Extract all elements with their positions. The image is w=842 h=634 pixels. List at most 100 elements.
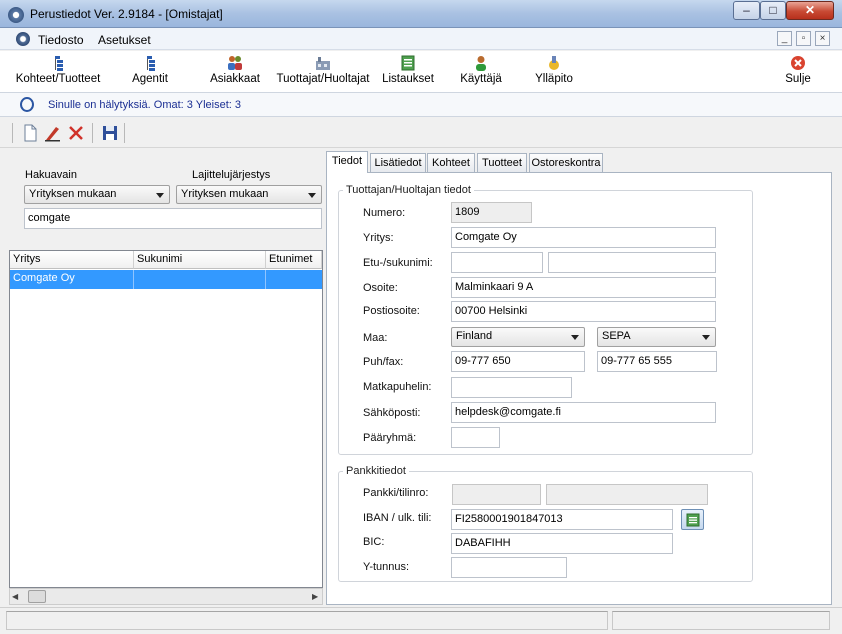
mdi-restore-button[interactable]: ▫ (796, 31, 811, 46)
sukunimi-field[interactable] (548, 252, 716, 273)
chevron-down-icon (702, 335, 710, 340)
tuottajat-huoltajat-button[interactable]: Tuottajat/Huoltajat (274, 53, 372, 91)
postiosoite-field[interactable]: 00700 Helsinki (451, 301, 716, 322)
maa-select[interactable]: Finland (451, 327, 585, 347)
fax-field[interactable]: 09-777 65 555 (597, 351, 717, 372)
list-icon (686, 513, 700, 527)
tree-icon (55, 56, 63, 71)
search-key-value: Yrityksen mukaan (29, 188, 117, 200)
chevron-down-icon (571, 335, 579, 340)
table-row[interactable]: Comgate Oy (10, 270, 322, 289)
toolbar-label: Käyttäjä (460, 73, 502, 85)
producer-group-title: Tuottajan/Huoltajan tiedot (343, 184, 474, 196)
delete-icon[interactable] (66, 123, 86, 143)
matkapuhelin-field[interactable] (451, 377, 572, 398)
tab-kohteet[interactable]: Kohteet (427, 153, 475, 172)
close-icon (791, 56, 805, 70)
toolbar-label: Agentit (132, 73, 168, 85)
kohteet-tuotteet-button[interactable]: Kohteet/Tuotteet (14, 53, 102, 91)
toolbar-label: Listaukset (382, 73, 434, 85)
toolbar-label: Kohteet/Tuotteet (15, 73, 101, 85)
chevron-down-icon (156, 193, 164, 198)
toolbar-separator (92, 123, 93, 143)
maximize-button[interactable]: □ (760, 1, 786, 20)
alert-text[interactable]: Sinulle on hälytyksiä. Omat: 3 Yleiset: … (48, 99, 241, 111)
chevron-down-icon (308, 193, 316, 198)
column-header-etunimet[interactable]: Etunimet (266, 251, 322, 269)
y-tunnus-field[interactable] (451, 557, 567, 578)
payment-type-value: SEPA (602, 330, 631, 342)
close-window-button[interactable]: ✕ (786, 1, 834, 20)
document-icon[interactable] (16, 32, 30, 46)
iban-field[interactable]: FI2580001901847013 (451, 509, 673, 530)
yllapito-button[interactable]: Ylläpito (530, 53, 578, 91)
osoite-label: Osoite: (363, 282, 398, 294)
mdi-close-button[interactable]: × (815, 31, 830, 46)
sort-order-select[interactable]: Yrityksen mukaan (176, 185, 322, 204)
column-header-yritys[interactable]: Yritys (10, 251, 134, 269)
alert-bar: Sinulle on hälytyksiä. Omat: 3 Yleiset: … (0, 93, 842, 117)
app-icon (8, 7, 24, 23)
people-icon (228, 56, 242, 70)
cell-yritys: Comgate Oy (10, 270, 134, 289)
paaryhma-label: Pääryhmä: (363, 432, 417, 444)
bic-field[interactable]: DABAFIHH (451, 533, 673, 554)
puhelin-field[interactable]: 09-777 650 (451, 351, 585, 372)
new-document-icon[interactable] (20, 123, 40, 143)
toolbar-label: Sulje (785, 73, 811, 85)
bic-label: BIC: (363, 536, 385, 548)
search-key-select[interactable]: Yrityksen mukaan (24, 185, 170, 204)
mdi-minimize-button[interactable]: _ (777, 31, 792, 46)
tree-icon (147, 56, 155, 71)
iban-lookup-button[interactable] (681, 509, 704, 530)
kayttaja-button[interactable]: Käyttäjä (458, 53, 504, 91)
scroll-left-icon[interactable]: ◀ (12, 592, 18, 601)
listaukset-button[interactable]: Listaukset (380, 53, 436, 91)
pankki-field (452, 484, 541, 505)
puh-fax-label: Puh/fax: (363, 356, 404, 368)
search-key-label: Hakuavain (25, 169, 77, 181)
results-grid: Yritys Sukunimi Etunimet Comgate Oy (9, 250, 323, 588)
horizontal-scrollbar[interactable]: ◀ ▶ (9, 588, 323, 605)
sulje-button[interactable]: Sulje (780, 53, 816, 91)
maa-label: Maa: (363, 332, 388, 344)
etunimi-field[interactable] (451, 252, 543, 273)
status-segment (612, 611, 830, 630)
menu-bar: Tiedosto Asetukset _ ▫ × (0, 28, 842, 50)
tab-tuotteet[interactable]: Tuotteet (477, 153, 527, 172)
osoite-field[interactable]: Malminkaari 9 A (451, 277, 716, 298)
tab-tiedot[interactable]: Tiedot (326, 151, 368, 173)
etu-sukunimi-label: Etu-/sukunimi: (363, 257, 433, 269)
postiosoite-label: Postiosoite: (363, 305, 420, 317)
tab-ostoreskontra[interactable]: Ostoreskontra (529, 153, 603, 172)
stopwatch-icon (20, 97, 34, 112)
tab-lisatiedot[interactable]: Lisätiedot (370, 153, 426, 172)
status-segment (6, 611, 608, 630)
sahkoposti-field[interactable]: helpdesk@comgate.fi (451, 402, 716, 423)
column-header-sukunimi[interactable]: Sukunimi (134, 251, 266, 269)
menu-tiedosto[interactable]: Tiedosto (38, 33, 84, 47)
bank-group-title: Pankkitiedot (343, 465, 409, 477)
menu-asetukset[interactable]: Asetukset (98, 33, 151, 47)
numero-field: 1809 (451, 202, 532, 223)
user-icon (476, 56, 486, 71)
payment-type-select[interactable]: SEPA (597, 327, 716, 347)
minimize-button[interactable]: ‒ (733, 1, 760, 20)
numero-label: Numero: (363, 207, 406, 219)
toolbar-separator (12, 123, 13, 143)
agentit-button[interactable]: Agentit (126, 53, 174, 91)
scroll-right-icon[interactable]: ▶ (312, 592, 318, 601)
cell-sukunimi (134, 270, 266, 289)
main-toolbar: Kohteet/Tuotteet Agentit Asiakkaat Tuott… (0, 51, 842, 93)
yritys-field[interactable]: Comgate Oy (451, 227, 716, 248)
asiakkaat-button[interactable]: Asiakkaat (206, 53, 264, 91)
paaryhma-field[interactable] (451, 427, 500, 448)
maa-value: Finland (456, 330, 493, 342)
edit-icon[interactable] (43, 123, 63, 143)
scroll-thumb[interactable] (28, 590, 46, 603)
maintenance-icon (549, 56, 559, 70)
list-icon (401, 55, 415, 71)
save-icon[interactable] (100, 123, 120, 143)
search-input[interactable]: comgate (24, 208, 322, 229)
toolbar-label: Tuottajat/Huoltajat (276, 73, 370, 85)
